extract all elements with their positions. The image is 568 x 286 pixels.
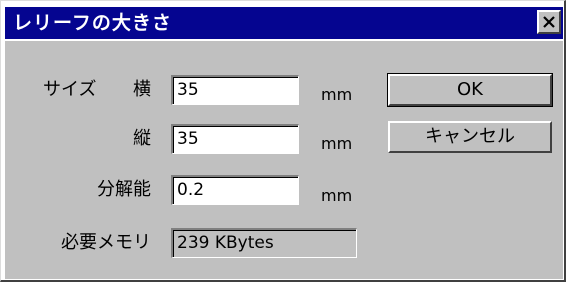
dialog-client-area: サイズ 横 35 mm 縦 35 mm 分解能 0.2 mm 必要メモリ 239… (5, 41, 563, 279)
resolution-unit: mm (321, 186, 353, 205)
size-label: サイズ (43, 79, 97, 100)
close-button[interactable] (537, 10, 561, 34)
resolution-label: 分解能 (97, 179, 151, 200)
width-unit: mm (321, 85, 353, 104)
resolution-input[interactable]: 0.2 (171, 175, 299, 205)
height-input[interactable]: 35 (171, 124, 299, 154)
width-label: 横 (133, 79, 151, 100)
cancel-button[interactable]: キャンセル (388, 121, 552, 153)
width-input[interactable]: 35 (171, 75, 299, 105)
memory-readout: 239 KBytes (171, 228, 357, 258)
dialog-title: レリーフの大きさ (13, 12, 172, 34)
height-label: 縦 (133, 128, 151, 149)
close-icon (543, 16, 555, 28)
title-bar[interactable]: レリーフの大きさ (5, 7, 563, 39)
relief-size-dialog: レリーフの大きさ サイズ 横 35 mm 縦 35 mm 分解能 0.2 mm … (0, 0, 566, 282)
memory-label: 必要メモリ (61, 232, 151, 253)
ok-button[interactable]: OK (387, 73, 553, 107)
height-unit: mm (321, 134, 353, 153)
